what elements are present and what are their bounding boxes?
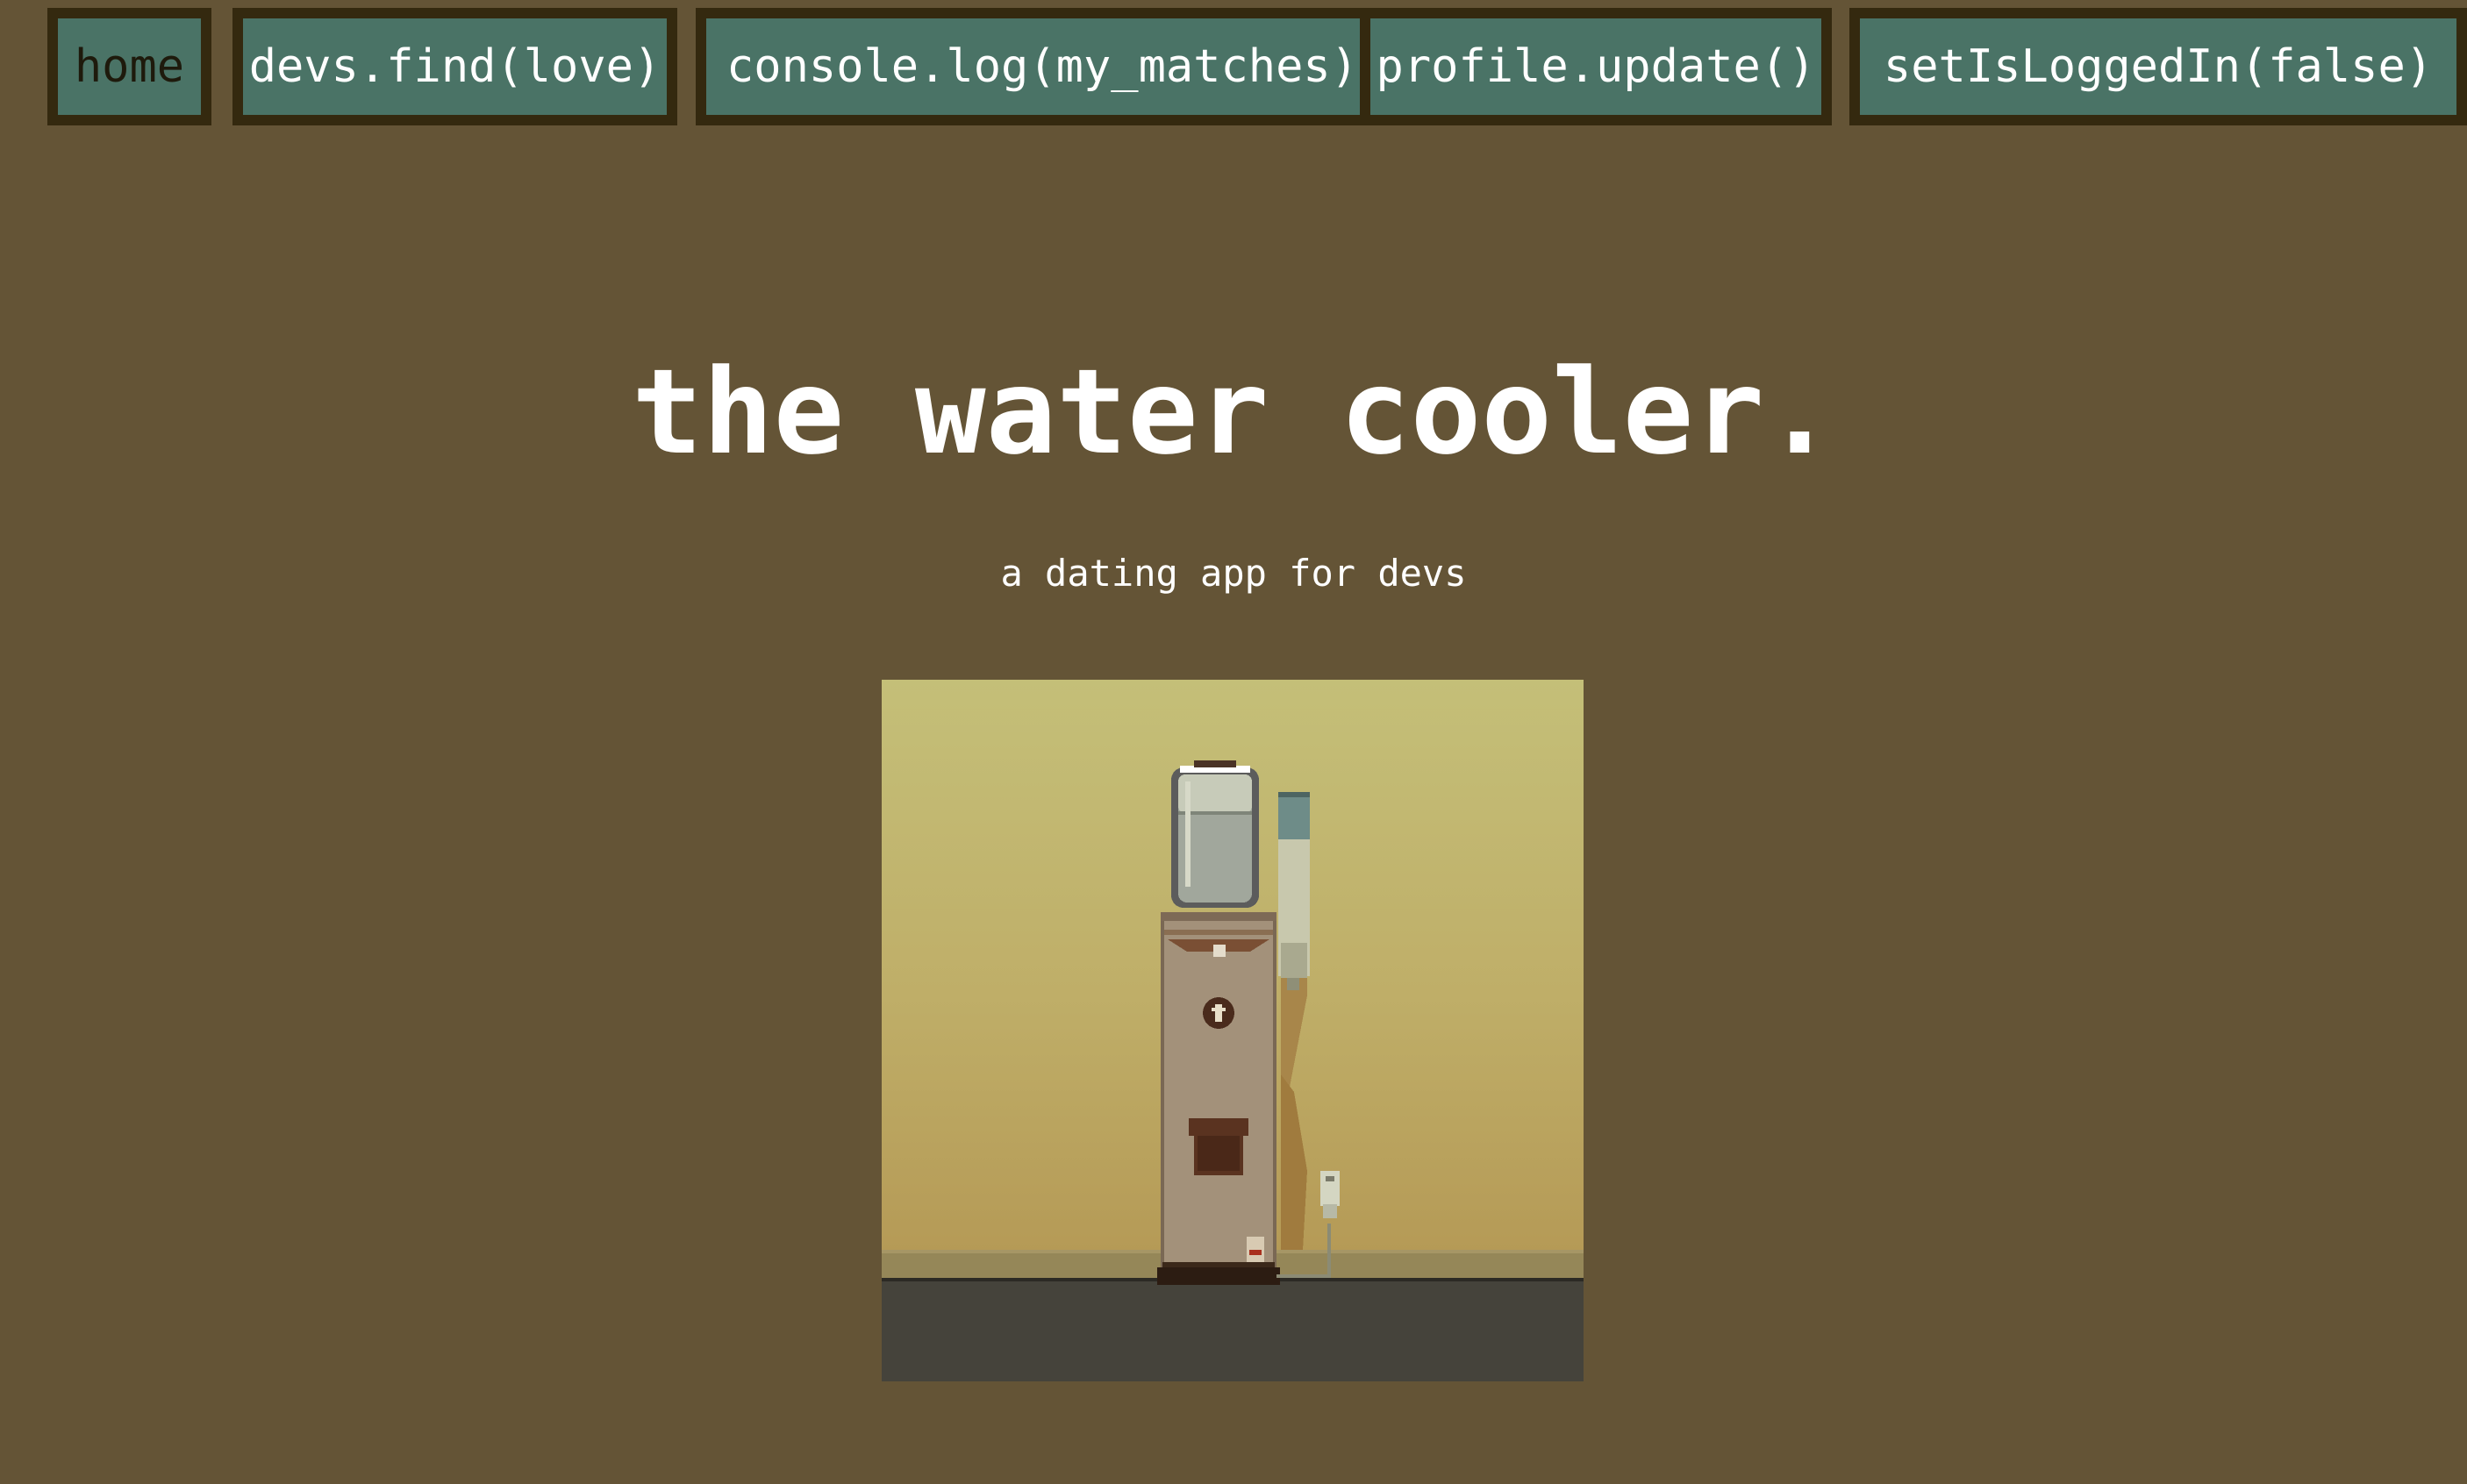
nav-home-button[interactable]: home	[47, 8, 211, 125]
water-cooler-image	[882, 680, 1584, 1381]
nav-logout-button[interactable]: setIsLoggedIn(false)	[1849, 8, 2467, 125]
nav-find-love-button[interactable]: devs.find(love)	[232, 8, 677, 125]
page-subtitle: a dating app for devs	[1000, 552, 1467, 595]
page-title: the water cooler.	[632, 344, 1835, 481]
water-cooler-icon	[882, 680, 1584, 1381]
nav-matches-button[interactable]: console.log(my_matches)	[696, 8, 1389, 125]
page: home devs.find(love) console.log(my_matc…	[0, 0, 2467, 1484]
nav-profile-update-button[interactable]: profile.update()	[1360, 8, 1832, 125]
